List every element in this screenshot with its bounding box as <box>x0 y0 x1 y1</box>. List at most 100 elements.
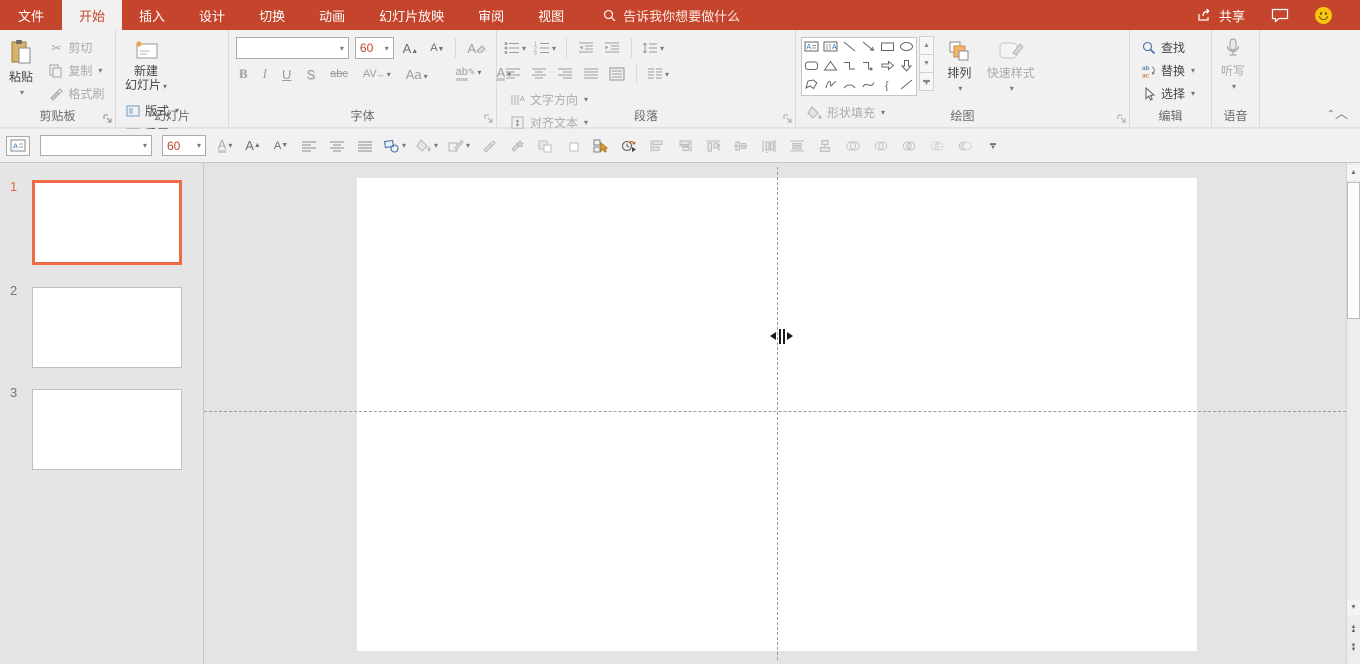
columns-button[interactable]: ▾ <box>647 64 669 84</box>
shapes-gallery-more[interactable]: ▬▼ <box>919 72 934 91</box>
insert-textbox-button[interactable]: A <box>6 136 30 156</box>
qt-align-right-edges-button[interactable] <box>676 136 694 156</box>
qt-toolbar-overflow-button[interactable]: ▬▼ <box>984 136 1002 156</box>
dictate-button[interactable]: 听写▾ <box>1215 35 1251 98</box>
quick-styles-button[interactable]: 快速样式▾ <box>981 35 1041 100</box>
qt-font-size-combo[interactable]: 60▾ <box>162 135 206 156</box>
qt-shapes-button[interactable]: ▾ <box>384 136 406 156</box>
distribute-text-button[interactable] <box>608 64 626 84</box>
tab-slideshow[interactable]: 幻灯片放映 <box>362 0 461 30</box>
shape-curve[interactable] <box>861 78 876 94</box>
clear-formatting-button[interactable]: A <box>464 40 489 57</box>
slide-thumbnail-1[interactable] <box>32 180 182 265</box>
next-slide-button[interactable]: ▼▼ <box>1347 640 1360 656</box>
qt-align-middle-button[interactable] <box>732 136 750 156</box>
qt-send-backward-button[interactable] <box>564 136 582 156</box>
cut-button[interactable]: ✂ 剪切 <box>44 37 108 58</box>
line-spacing-button[interactable]: ▾ <box>642 38 664 58</box>
character-spacing-button[interactable]: AV↔▾ <box>360 67 394 81</box>
qt-align-justify-button[interactable] <box>356 136 374 156</box>
scrollbar-thumb[interactable] <box>1347 182 1360 319</box>
collapse-ribbon-button[interactable]: ⌃︿ <box>1327 102 1348 121</box>
tab-review[interactable]: 审阅 <box>461 0 521 30</box>
replace-button[interactable]: abac 替换▾ <box>1137 60 1199 81</box>
highlight-button[interactable]: ab✎▾ <box>453 66 485 82</box>
shape-textbox-horizontal[interactable]: A <box>804 40 819 56</box>
qt-merge-intersect-button[interactable] <box>928 136 946 156</box>
format-painter-button[interactable]: 格式刷 <box>44 83 108 104</box>
shape-left-brace[interactable]: { <box>880 78 895 94</box>
italic-button[interactable]: I <box>260 65 270 83</box>
qt-select-objects-button[interactable] <box>592 136 610 156</box>
qt-shape-fill-button[interactable]: ▾ <box>416 136 438 156</box>
numbering-button[interactable]: 123▾ <box>534 38 556 58</box>
slide-thumbnail-3[interactable] <box>32 389 182 470</box>
shape-arc[interactable] <box>842 78 857 94</box>
qt-font-color-button[interactable]: A▾ <box>216 136 234 156</box>
horizontal-guide[interactable] <box>204 411 1346 412</box>
shape-line[interactable] <box>842 40 857 56</box>
qt-align-top-edges-button[interactable] <box>704 136 722 156</box>
qt-align-center-button[interactable] <box>328 136 346 156</box>
increase-indent-button[interactable] <box>603 38 621 58</box>
bold-button[interactable]: B <box>236 65 251 83</box>
new-slide-button[interactable]: 新建幻灯片▾ <box>119 35 173 98</box>
qt-font-name-combo[interactable]: ▾ <box>40 135 152 156</box>
qt-distribute-vertical-button[interactable] <box>788 136 806 156</box>
qt-format-painter-button[interactable] <box>480 136 498 156</box>
qt-merge-fragment-button[interactable] <box>900 136 918 156</box>
tab-animations[interactable]: 动画 <box>302 0 362 30</box>
tab-file[interactable]: 文件 <box>0 0 62 30</box>
scroll-down-button[interactable]: ▼ <box>1347 600 1360 615</box>
tell-me-search[interactable]: 告诉我你想要做什么 <box>603 0 740 30</box>
qt-bring-forward-button[interactable] <box>536 136 554 156</box>
tab-transitions[interactable]: 切换 <box>242 0 302 30</box>
previous-slide-button[interactable]: ▲▲ <box>1347 621 1360 637</box>
justify-button[interactable] <box>582 64 600 84</box>
shape-triangle[interactable] <box>823 59 838 75</box>
shape-freeform[interactable] <box>804 78 819 94</box>
qt-shape-outline-button[interactable]: ▾ <box>448 136 470 156</box>
underline-button[interactable]: U <box>279 66 294 83</box>
slide-thumbnail-2[interactable] <box>32 287 182 368</box>
qt-center-objects-button[interactable] <box>816 136 834 156</box>
feedback-smiley-icon[interactable] <box>1315 7 1332 24</box>
align-left-button[interactable] <box>504 64 522 84</box>
qt-distribute-horizontal-button[interactable] <box>760 136 778 156</box>
drawing-dialog-launcher[interactable] <box>1116 113 1127 124</box>
align-right-button[interactable] <box>556 64 574 84</box>
qt-decrease-font-button[interactable]: A▼ <box>272 136 290 156</box>
qt-animation-painter-button[interactable] <box>508 136 526 156</box>
paste-dropdown[interactable]: ▾ <box>20 88 24 97</box>
text-shadow-button[interactable]: S <box>303 66 318 83</box>
shapes-scroll-up[interactable]: ▲ <box>919 36 934 55</box>
shape-right-arrow[interactable] <box>880 59 895 75</box>
change-case-button[interactable]: Aa▾ <box>403 66 431 83</box>
strikethrough-button[interactable]: abc <box>327 67 351 81</box>
qt-align-left-button[interactable] <box>300 136 318 156</box>
decrease-indent-button[interactable] <box>577 38 595 58</box>
shape-oval[interactable] <box>899 40 914 56</box>
shape-arrow[interactable] <box>861 40 876 56</box>
shape-scribble[interactable] <box>823 78 838 94</box>
bullets-button[interactable]: ▾ <box>504 38 526 58</box>
shape-down-arrow[interactable] <box>899 59 914 75</box>
tab-home[interactable]: 开始 <box>62 0 122 30</box>
decrease-font-button[interactable]: A▼ <box>427 41 447 55</box>
scroll-up-button[interactable]: ▲ <box>1347 165 1360 180</box>
shape-textbox-vertical[interactable]: A <box>823 40 838 56</box>
shape-rectangle[interactable] <box>880 40 895 56</box>
share-button[interactable]: 共享 <box>1197 6 1245 25</box>
vertical-guide[interactable] <box>777 167 778 660</box>
slide-canvas[interactable] <box>204 163 1346 664</box>
select-button[interactable]: 选择▾ <box>1137 83 1199 104</box>
shape-line-2[interactable] <box>899 78 914 94</box>
clipboard-dialog-launcher[interactable] <box>102 113 113 124</box>
shape-elbow-arrow-connector[interactable] <box>861 59 876 75</box>
paragraph-dialog-launcher[interactable] <box>782 113 793 124</box>
paste-button[interactable]: 粘贴▾ <box>3 35 39 104</box>
shapes-scroll-down[interactable]: ▼ <box>919 54 934 73</box>
qt-merge-combine-button[interactable] <box>872 136 890 156</box>
font-name-combo[interactable]: ▾ <box>236 37 349 59</box>
qt-merge-subtract-button[interactable] <box>956 136 974 156</box>
